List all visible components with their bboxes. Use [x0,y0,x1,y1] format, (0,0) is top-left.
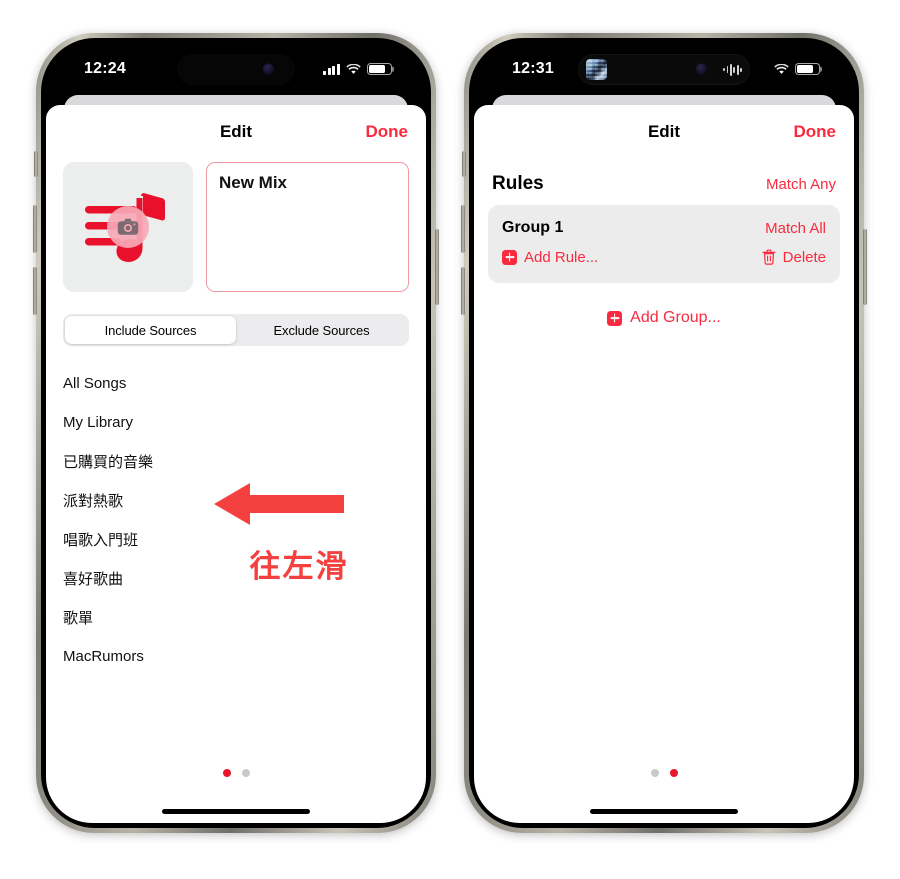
trash-icon [762,249,776,265]
app-area-left: Edit Done New Mix Include Sources Exclud… [46,95,426,823]
list-item[interactable]: 派對熱歌 [63,481,409,520]
volume-down-button-right[interactable] [461,267,465,315]
playlist-header-row: New Mix [46,159,426,292]
segment-include-sources[interactable]: Include Sources [65,316,236,344]
home-indicator[interactable] [162,809,310,814]
battery-icon [795,63,820,75]
navigation-bar-right: Edit Done [474,105,854,159]
status-indicators [322,63,392,75]
power-button-right[interactable] [863,229,867,305]
add-group-label: Add Group... [630,309,721,326]
battery-icon [367,63,392,75]
page-dot-2[interactable] [669,769,678,777]
playlist-artwork-button[interactable] [63,162,193,292]
sources-segmented-control[interactable]: Include Sources Exclude Sources [63,314,409,346]
front-camera-icon [263,63,274,75]
rule-group-card: Group 1 Match All Add Rule... Delete [488,205,840,283]
add-group-button[interactable]: Add Group... [607,309,721,327]
rule-group-actions: Add Rule... Delete [502,243,826,271]
list-item[interactable]: 已購買的音樂 [63,442,409,481]
list-item[interactable]: 喜好歌曲 [63,559,409,598]
volume-down-button-left[interactable] [33,267,37,315]
segment-exclude-sources[interactable]: Exclude Sources [236,316,407,344]
dynamic-island[interactable] [177,54,295,85]
page-title: Edit [647,122,681,141]
list-item[interactable]: 歌單 [63,598,409,637]
page-indicator-left[interactable] [46,769,426,777]
volume-up-button-right[interactable] [461,205,465,253]
page-dot-1[interactable] [222,769,231,777]
phone-screen-right: 12:31 Edit Done Rules Match Any Group 1 … [474,43,854,823]
power-button-left[interactable] [435,229,439,305]
rules-heading: Rules [492,173,544,194]
delete-group-button[interactable]: Delete [762,249,826,266]
rule-group-name: Group 1 [502,219,564,236]
delete-label: Delete [782,248,826,266]
status-bar-right: 12:31 [474,43,854,95]
camera-icon[interactable] [107,206,149,248]
playlist-name-input[interactable]: New Mix [206,162,409,292]
plus-square-icon [607,310,623,326]
wifi-icon [774,63,789,75]
list-item[interactable]: My Library [63,403,409,442]
home-indicator[interactable] [590,809,738,814]
status-clock: 12:24 [84,60,126,77]
plus-square-icon [502,249,517,265]
page-title: Edit [219,122,253,141]
status-indicators [774,63,820,75]
add-rule-button[interactable]: Add Rule... [502,249,598,266]
list-item[interactable]: MacRumors [63,637,409,676]
screenshot-canvas: 12:24 Edit Done New Mix Include Sources … [0,0,900,879]
phone-right: 12:31 Edit Done Rules Match Any Group 1 … [461,33,867,833]
phone-screen-left: 12:24 Edit Done New Mix Include Sources … [46,43,426,823]
rule-group-header: Group 1 Match All [502,215,826,241]
list-item[interactable]: 唱歌入門班 [63,520,409,559]
add-group-row: Add Group... [474,309,854,327]
dynamic-island-live-activity[interactable] [578,54,750,85]
navigation-bar-left: Edit Done [46,105,426,159]
rules-header: Rules Match Any [474,159,854,205]
volume-up-button-left[interactable] [33,205,37,253]
match-any-button[interactable]: Match Any [766,176,836,193]
silent-switch-right[interactable] [462,151,466,177]
cellular-signal-icon [322,63,340,75]
front-camera-icon [696,63,707,75]
edit-rules-sheet: Edit Done Rules Match Any Group 1 Match … [474,105,854,823]
album-art-thumbnail-icon [586,59,607,80]
silent-switch-left[interactable] [34,151,38,177]
status-clock: 12:31 [512,60,554,77]
match-all-button[interactable]: Match All [765,220,826,237]
done-button[interactable]: Done [794,122,837,142]
page-dot-2[interactable] [241,769,250,777]
phone-left: 12:24 Edit Done New Mix Include Sources … [33,33,439,833]
add-rule-label: Add Rule... [524,248,599,266]
page-dot-1[interactable] [650,769,659,777]
app-area-right: Edit Done Rules Match Any Group 1 Match … [474,95,854,823]
playlist-name-value: New Mix [219,173,288,192]
edit-playlist-sheet: Edit Done New Mix Include Sources Exclud… [46,105,426,823]
wifi-icon [346,63,361,75]
list-item[interactable]: All Songs [63,364,409,403]
audio-waveform-icon [723,63,742,77]
status-bar-left: 12:24 [46,43,426,95]
done-button[interactable]: Done [366,122,409,142]
page-indicator-right[interactable] [474,769,854,777]
source-list: All Songs My Library 已購買的音樂 派對熱歌 唱歌入門班 喜… [46,364,426,823]
